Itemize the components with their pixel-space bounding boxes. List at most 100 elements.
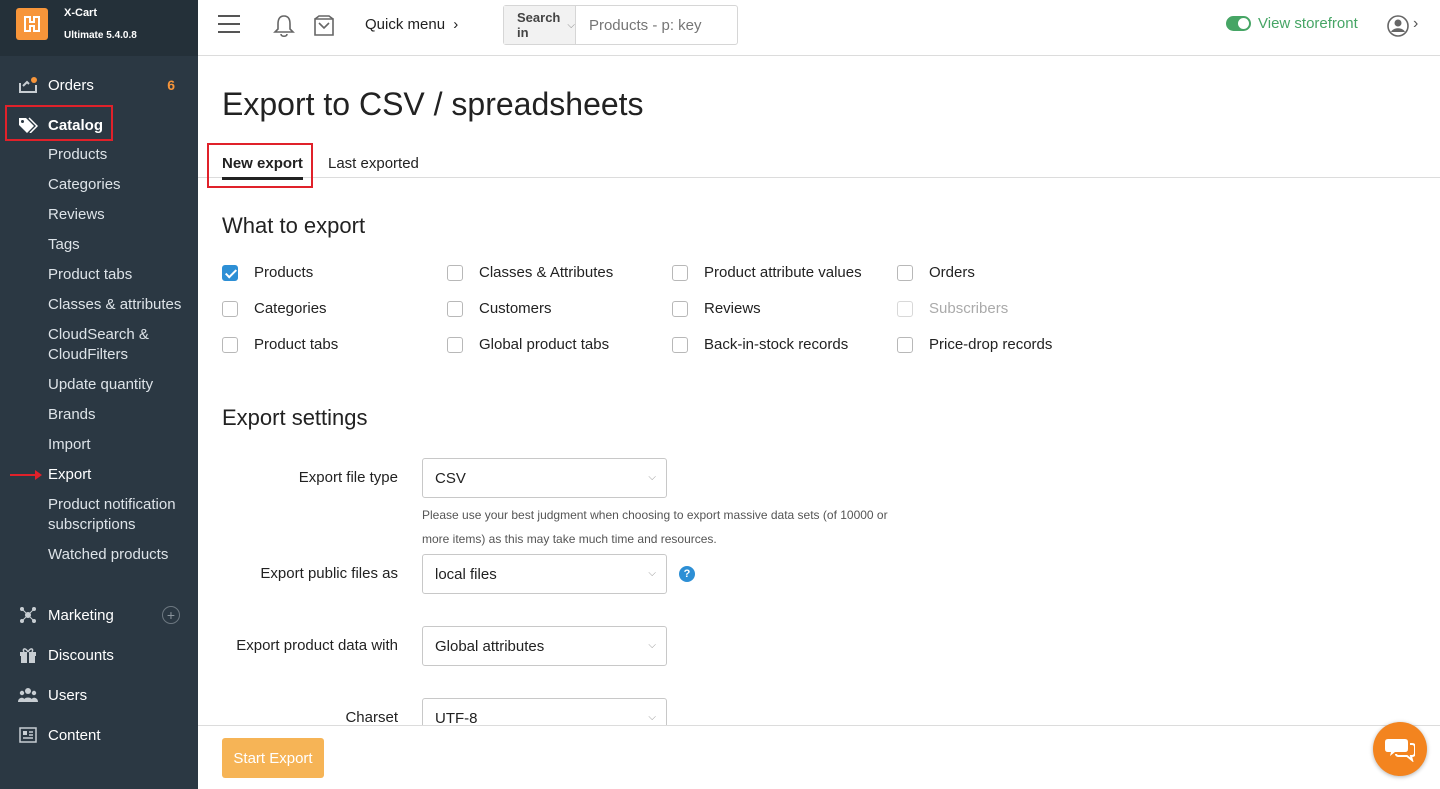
checkbox-box[interactable] xyxy=(447,300,463,317)
checkbox-label: Price-drop records xyxy=(929,336,1053,353)
checkbox-box[interactable] xyxy=(447,264,463,281)
chevron-down-icon: ⌵ xyxy=(648,712,656,723)
export-help-text: Please use your best judgment when choos… xyxy=(422,503,922,551)
sidebar-item-content[interactable]: Content xyxy=(0,720,198,750)
export-public-files-select[interactable]: local files ⌵ xyxy=(422,554,667,594)
search-bar: Search in ⌵ xyxy=(503,5,788,45)
search-input[interactable] xyxy=(575,6,788,44)
checkbox-label: Categories xyxy=(254,300,327,317)
tab-last-exported[interactable]: Last exported xyxy=(328,155,419,172)
chevron-down-icon: ⌵ xyxy=(648,472,656,483)
checkbox-box[interactable] xyxy=(447,336,463,353)
add-marketing-icon[interactable]: + xyxy=(162,606,180,624)
checkbox-reviews[interactable]: Reviews xyxy=(672,300,761,317)
checkbox-price-drop-records[interactable]: Price-drop records xyxy=(897,336,1052,353)
chat-bubble-icon[interactable] xyxy=(1373,722,1427,776)
sidebar-subitem-cloudfilters[interactable]: CloudFilters xyxy=(48,345,128,365)
new-export-highlight-box xyxy=(207,143,313,188)
checkbox-label: Reviews xyxy=(704,300,761,317)
chevron-down-icon: ⌵ xyxy=(567,19,575,31)
sidebar-subitem-brands[interactable]: Brands xyxy=(48,405,96,425)
start-export-button[interactable]: Start Export xyxy=(222,738,324,778)
sidebar-subitem-product-tabs[interactable]: Product tabs xyxy=(48,265,132,285)
checkbox-categories[interactable]: Categories xyxy=(222,300,327,317)
catalog-highlight-box xyxy=(5,105,113,141)
select-value: local files xyxy=(435,565,497,583)
content-icon xyxy=(18,726,38,744)
checkbox-box[interactable] xyxy=(672,300,688,317)
checkbox-product-tabs[interactable]: Product tabs xyxy=(222,336,338,353)
page-title: Export to CSV / spreadsheets xyxy=(222,86,644,122)
sidebar-item-discounts[interactable]: Discounts xyxy=(0,640,198,670)
sidebar-item-marketing[interactable]: Marketing + xyxy=(0,600,198,630)
sidebar-subitem-reviews[interactable]: Reviews xyxy=(48,205,105,225)
sidebar-subitem-products[interactable]: Products xyxy=(48,145,107,165)
checkbox-product-attribute-values[interactable]: Product attribute values xyxy=(672,264,862,281)
help-text-line-1: Please use your best judgment when choos… xyxy=(422,508,888,522)
export-file-type-label: Export file type xyxy=(298,469,398,486)
checkbox-subscribers: Subscribers xyxy=(897,300,1008,317)
top-header: Quick menu › Search in ⌵ View storefront… xyxy=(198,0,1440,56)
checkbox-box[interactable] xyxy=(222,336,238,353)
export-public-files-label: Export public files as xyxy=(260,565,398,582)
sidebar-subitem-subscriptions[interactable]: subscriptions xyxy=(48,515,136,535)
checkbox-box[interactable] xyxy=(897,336,913,353)
checkbox-classes-attributes[interactable]: Classes & Attributes xyxy=(447,264,613,281)
sidebar-item-label: Users xyxy=(48,686,88,704)
sidebar-subitem-categories[interactable]: Categories xyxy=(48,175,121,195)
user-avatar-icon[interactable] xyxy=(1387,15,1409,42)
sidebar-subitem-cloudsearch[interactable]: CloudSearch & xyxy=(48,325,149,345)
sticky-footer: Start Export xyxy=(198,725,1440,789)
export-product-data-select[interactable]: Global attributes ⌵ xyxy=(422,626,667,666)
sidebar-subitem-import[interactable]: Import xyxy=(48,435,91,455)
toggle-switch-icon[interactable] xyxy=(1226,16,1251,31)
hamburger-menu-icon[interactable] xyxy=(218,15,240,33)
sidebar-subitem-update-quantity[interactable]: Update quantity xyxy=(48,375,153,395)
checkbox-box xyxy=(897,300,913,317)
xcart-logo-icon[interactable] xyxy=(16,8,48,40)
export-product-data-label: Export product data with xyxy=(236,637,398,654)
export-arrow-annotation xyxy=(10,470,42,480)
checkbox-box[interactable] xyxy=(672,264,688,281)
select-value: Global attributes xyxy=(435,637,545,655)
checkbox-global-product-tabs[interactable]: Global product tabs xyxy=(447,336,609,353)
sidebar-subitem-classes-attributes[interactable]: Classes & attributes xyxy=(48,295,181,315)
checkbox-checked-icon[interactable] xyxy=(222,264,238,281)
checkbox-label: Classes & Attributes xyxy=(479,264,614,281)
checkbox-label: Global product tabs xyxy=(479,336,610,353)
checkbox-products[interactable]: Products xyxy=(222,264,313,281)
export-settings-title: Export settings xyxy=(222,405,368,430)
bell-icon[interactable] xyxy=(273,14,295,43)
main-content: Export to CSV / spreadsheets New export … xyxy=(198,56,1440,725)
sidebar-subitem-watched-products[interactable]: Watched products xyxy=(48,545,168,565)
view-storefront-label: View storefront xyxy=(1258,15,1358,32)
charset-label: Charset xyxy=(345,709,398,725)
sidebar-subitem-tags[interactable]: Tags xyxy=(48,235,80,255)
checkbox-label: Product tabs xyxy=(254,336,339,353)
checkbox-box[interactable] xyxy=(897,264,913,281)
search-in-dropdown[interactable]: Search in ⌵ xyxy=(504,6,576,44)
sidebar-subitem-product-notification[interactable]: Product notification xyxy=(48,495,176,515)
checkbox-orders[interactable]: Orders xyxy=(897,264,975,281)
marketing-icon xyxy=(18,606,38,624)
charset-select[interactable]: UTF-8 ⌵ xyxy=(422,698,667,725)
help-question-icon[interactable]: ? xyxy=(679,566,695,582)
what-to-export-title: What to export xyxy=(222,213,366,238)
sidebar-item-users[interactable]: Users xyxy=(0,680,198,710)
storefront-icon[interactable] xyxy=(313,14,335,43)
export-file-type-select[interactable]: CSV ⌵ xyxy=(422,458,667,498)
checkbox-box[interactable] xyxy=(672,336,688,353)
view-storefront-toggle[interactable]: View storefront xyxy=(1226,15,1358,32)
users-icon xyxy=(18,686,38,704)
quick-menu-button[interactable]: Quick menu › xyxy=(365,16,458,33)
brand-version: Ultimate 5.4.0.8 xyxy=(64,30,137,41)
chevron-down-icon: ⌵ xyxy=(648,568,656,579)
sidebar-subitem-export[interactable]: Export xyxy=(48,465,91,485)
sidebar-item-orders[interactable]: Orders 6 xyxy=(0,70,198,100)
chevron-right-icon[interactable]: › xyxy=(1413,15,1418,33)
checkbox-box[interactable] xyxy=(222,300,238,317)
checkbox-back-in-stock-records[interactable]: Back-in-stock records xyxy=(672,336,848,353)
checkbox-label: Products xyxy=(254,264,314,281)
checkbox-label: Back-in-stock records xyxy=(704,336,849,353)
checkbox-customers[interactable]: Customers xyxy=(447,300,552,317)
